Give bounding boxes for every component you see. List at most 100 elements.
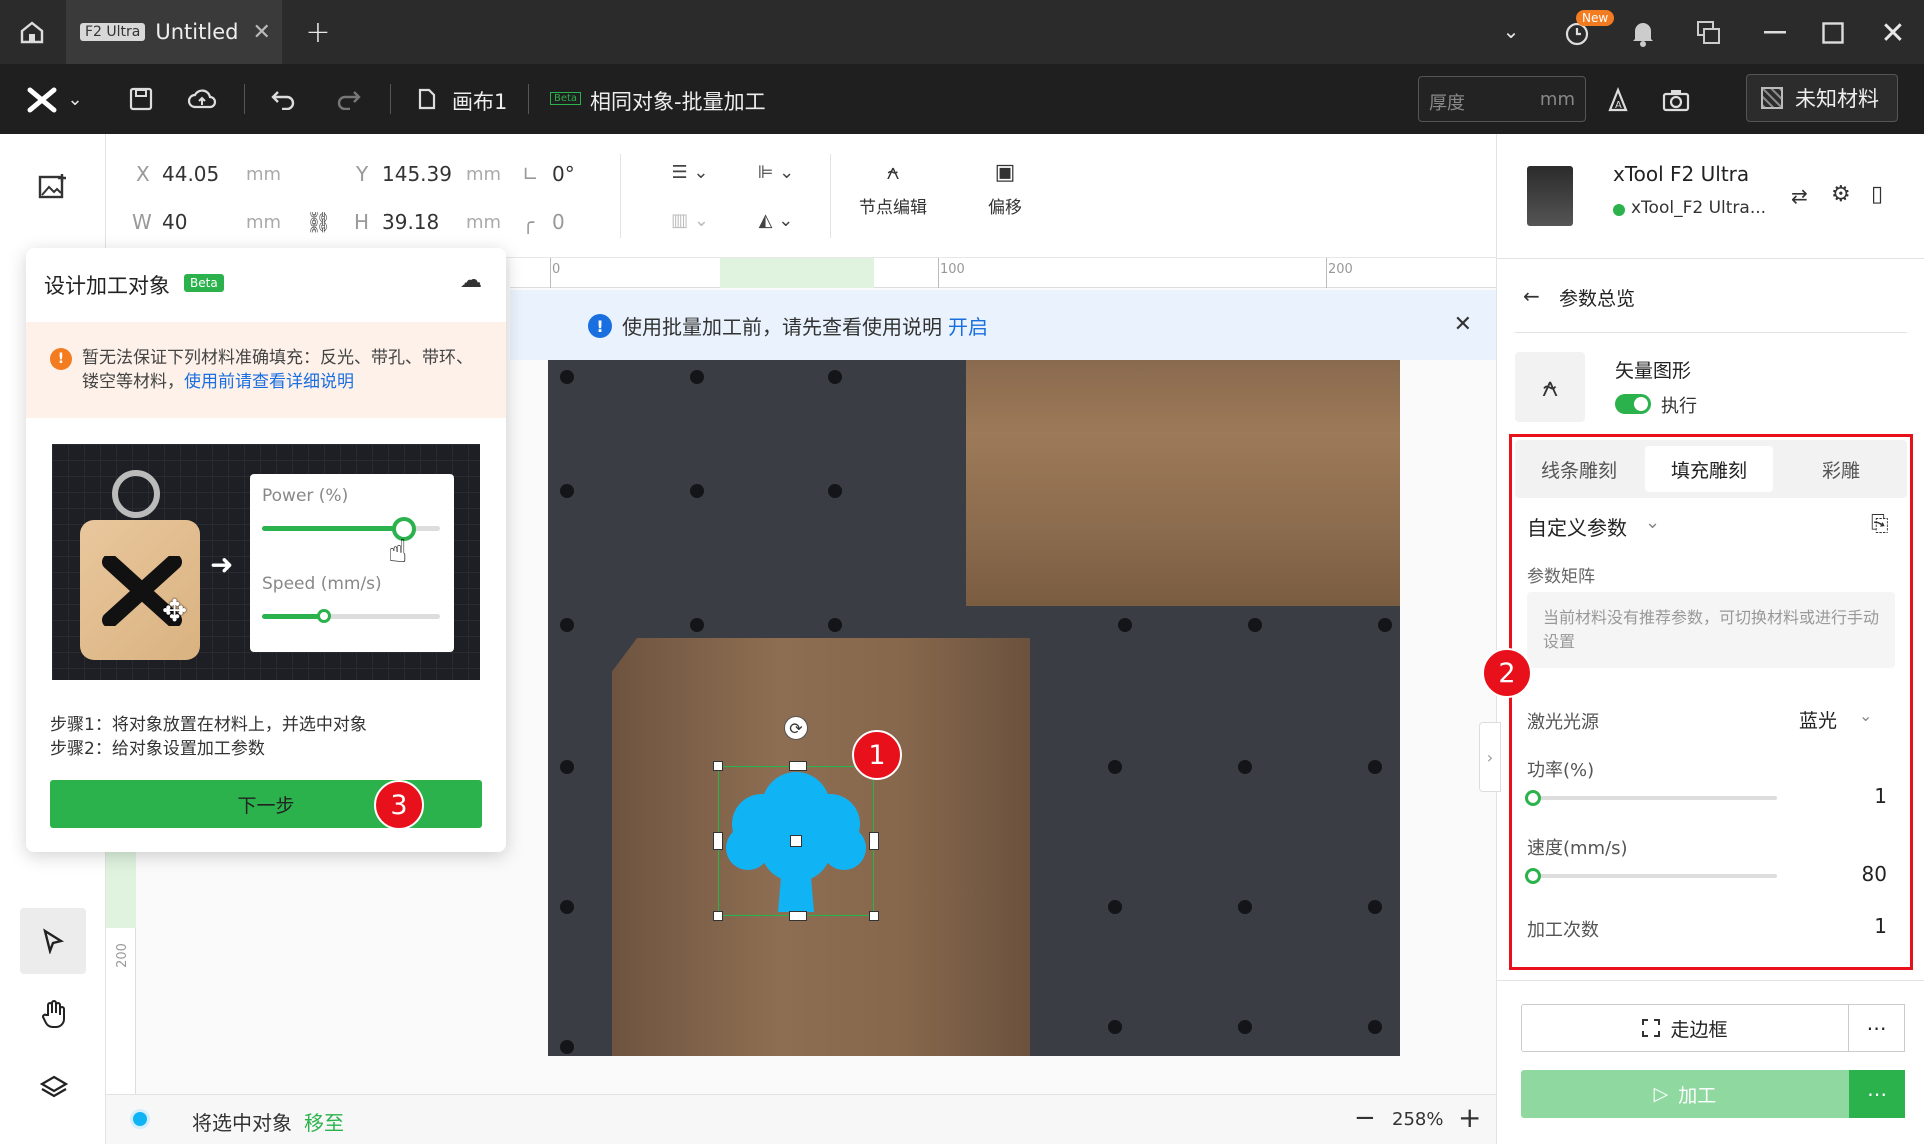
frame-button[interactable]: 走边框 bbox=[1521, 1004, 1849, 1052]
camera-icon[interactable] bbox=[1658, 82, 1694, 118]
properties-bar: X 44.05 mm Y 145.39 mm ∟ 0° W 40 mm ⛓ H … bbox=[106, 134, 1496, 258]
select-tool[interactable] bbox=[20, 908, 86, 974]
auto-material-icon[interactable]: A bbox=[1600, 82, 1636, 118]
ruler-tick: 200 bbox=[114, 943, 130, 968]
distribute-icon[interactable]: ▥ ⌄ bbox=[660, 204, 720, 236]
speed-knob bbox=[317, 609, 332, 623]
close-tab-icon[interactable]: ✕ bbox=[252, 20, 270, 45]
thickness-unit: mm bbox=[1539, 89, 1575, 110]
add-image-icon[interactable] bbox=[34, 168, 72, 206]
maximize-icon[interactable] bbox=[1816, 16, 1850, 50]
close-window-icon[interactable]: ✕ bbox=[1876, 16, 1910, 51]
thickness-field[interactable]: 厚度 mm bbox=[1418, 76, 1586, 122]
divider bbox=[390, 84, 391, 114]
xtool-logo-icon[interactable] bbox=[22, 84, 62, 116]
device-image bbox=[1527, 166, 1573, 226]
chevron-down-icon[interactable]: ⌄ bbox=[64, 86, 86, 112]
flip-icon[interactable]: ◭ ⌄ bbox=[746, 204, 806, 236]
chevron-down-icon[interactable]: ⌄ bbox=[1496, 16, 1526, 46]
device-doc-icon[interactable]: ▯ bbox=[1871, 182, 1883, 207]
windows-icon[interactable] bbox=[1692, 16, 1726, 50]
execute-toggle[interactable] bbox=[1615, 394, 1651, 414]
save-icon[interactable] bbox=[124, 82, 158, 116]
step-badge-3: 3 bbox=[374, 780, 424, 830]
home-icon[interactable] bbox=[14, 14, 50, 50]
h-input[interactable]: 39.18 bbox=[382, 210, 439, 234]
y-unit: mm bbox=[466, 164, 502, 185]
back-arrow-icon[interactable]: ← bbox=[1523, 284, 1540, 308]
parameters-highlight-box bbox=[1509, 434, 1913, 970]
process-more-button[interactable]: ⋯ bbox=[1849, 1070, 1905, 1118]
step-badge-1: 1 bbox=[852, 730, 902, 780]
ruler-tick: 100 bbox=[940, 262, 965, 277]
node-edit-icon: ⍲ bbox=[886, 160, 900, 185]
divider bbox=[830, 154, 831, 238]
beta-chip: Beta bbox=[550, 92, 582, 105]
panel-collapse-icon[interactable]: › bbox=[1479, 722, 1501, 792]
corner-radius-input[interactable]: 0 bbox=[552, 210, 565, 234]
w-input[interactable]: 40 bbox=[162, 210, 187, 234]
close-banner-icon[interactable]: ✕ bbox=[1454, 312, 1472, 337]
ruler-highlight bbox=[106, 848, 136, 928]
title-bar: F2 Ultra Untitled ✕ + ⌄ New ✕ bbox=[0, 0, 1924, 64]
layers-icon[interactable] bbox=[36, 1070, 72, 1106]
new-tab-icon[interactable]: + bbox=[300, 14, 336, 50]
popup-beta-chip: Beta bbox=[184, 274, 224, 292]
cloud-sync-icon[interactable]: ☁ bbox=[460, 268, 482, 293]
ruler-mark bbox=[550, 258, 551, 288]
cloud-upload-icon[interactable] bbox=[184, 82, 220, 116]
y-input[interactable]: 145.39 bbox=[382, 162, 452, 186]
hand-icon[interactable] bbox=[36, 996, 72, 1032]
warning-link[interactable]: 使用前请查看详细说明 bbox=[184, 372, 354, 392]
process-button[interactable]: ▷ 加工 bbox=[1521, 1070, 1849, 1118]
device-settings-icon[interactable]: ⚙ bbox=[1831, 182, 1851, 207]
switch-device-icon[interactable]: ⇄ bbox=[1791, 184, 1808, 208]
ruler-mark bbox=[1326, 258, 1327, 288]
x-input[interactable]: 44.05 bbox=[162, 162, 219, 186]
canvas-name[interactable]: 画布1 bbox=[452, 86, 507, 116]
device-sub[interactable]: xTool_F2 Ultra... bbox=[1631, 198, 1766, 218]
arrow-right-icon: ➜ bbox=[210, 548, 234, 581]
wood-board bbox=[966, 360, 1400, 606]
ruler-top: 0 100 200 bbox=[510, 258, 1496, 288]
banner-link[interactable]: 开启 bbox=[948, 311, 988, 340]
speed-track bbox=[262, 609, 440, 623]
align-left-icon[interactable]: ⊫ ⌄ bbox=[746, 156, 806, 188]
rotate-handle-icon[interactable]: ⟳ bbox=[784, 716, 808, 740]
canvas-icon bbox=[414, 84, 440, 114]
process-label: 加工 bbox=[1678, 1084, 1717, 1107]
selected-tree-object[interactable] bbox=[713, 761, 879, 921]
tab-title: Untitled bbox=[155, 20, 239, 44]
settings-card: Power (%) ☝ Speed (mm/s) bbox=[250, 474, 454, 652]
device-name: xTool F2 Ultra bbox=[1613, 162, 1750, 186]
x-label: X bbox=[136, 162, 150, 186]
info-banner: ! 使用批量加工前，请先查看使用说明 开启 ✕ bbox=[510, 290, 1496, 360]
step-badge-2: 2 bbox=[1482, 648, 1532, 698]
batch-mode-title[interactable]: 相同对象-批量加工 bbox=[590, 86, 766, 116]
zoom-in-icon[interactable]: + bbox=[1458, 1101, 1481, 1134]
lock-ratio-icon[interactable]: ⛓ bbox=[306, 210, 331, 234]
redo-icon[interactable] bbox=[332, 82, 366, 116]
zoom-out-icon[interactable]: − bbox=[1354, 1103, 1376, 1133]
ruler-tick: 200 bbox=[1328, 262, 1353, 277]
bell-icon[interactable] bbox=[1626, 16, 1660, 50]
material-button[interactable]: 未知材料 bbox=[1746, 74, 1898, 122]
new-badge: New bbox=[1576, 10, 1615, 26]
offset-button[interactable]: ▣ 偏移 bbox=[970, 160, 1040, 218]
frame-icon bbox=[1642, 1019, 1661, 1037]
move-to-link[interactable]: 移至 bbox=[304, 1107, 344, 1136]
status-dot-icon bbox=[130, 1109, 150, 1129]
w-label: W bbox=[132, 210, 152, 234]
document-tab[interactable]: F2 Ultra Untitled ✕ bbox=[66, 0, 282, 64]
arrange-icon[interactable]: ☰ ⌄ bbox=[660, 156, 720, 188]
rotation-input[interactable]: 0° bbox=[552, 162, 575, 186]
undo-icon[interactable] bbox=[266, 82, 300, 116]
frame-label: 走边框 bbox=[1670, 1018, 1728, 1041]
h-unit: mm bbox=[466, 212, 502, 233]
frame-more-button[interactable]: ⋯ bbox=[1849, 1004, 1905, 1052]
node-edit-button[interactable]: ⍲ 节点编辑 bbox=[848, 160, 938, 218]
minimize-icon[interactable] bbox=[1758, 16, 1792, 50]
design-object-popup: 设计加工对象 Beta ☁ ! 暂无法保证下列材料准确填充：反光、带孔、带环、镂… bbox=[26, 248, 506, 852]
popup-title: 设计加工对象 bbox=[44, 274, 170, 298]
node-edit-label: 节点编辑 bbox=[859, 198, 927, 218]
